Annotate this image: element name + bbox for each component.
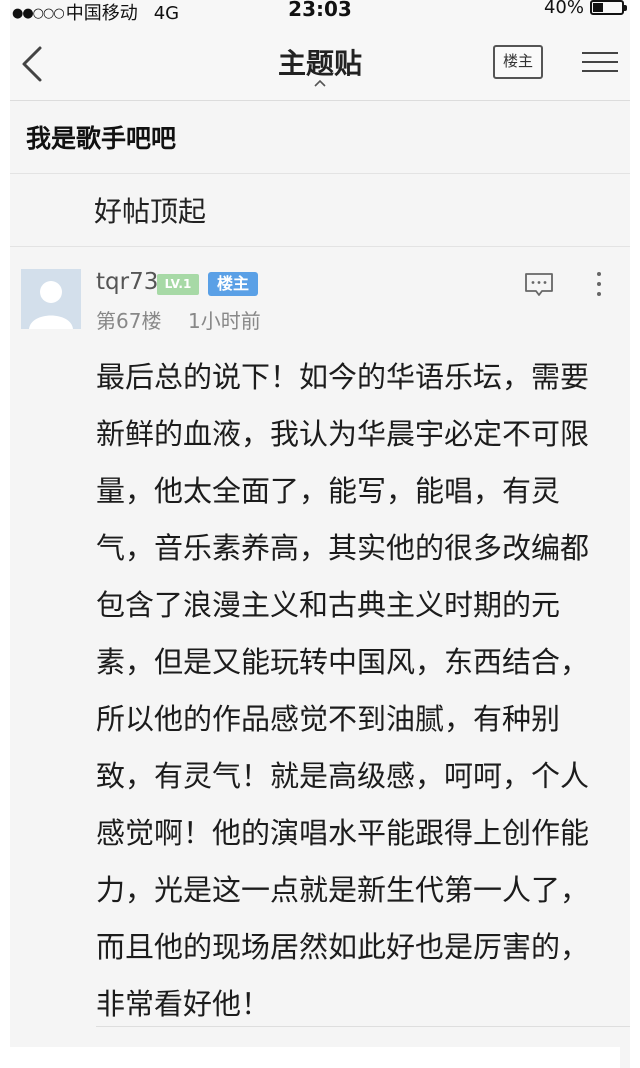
menu-button[interactable] [582,45,618,79]
battery-icon [590,0,627,15]
post-content: 最后总的说下！如今的华语乐坛，需要新鲜的血液，我认为华晨宇必定不可限量，他太全面… [96,360,590,1021]
status-right: 40% [543,0,627,18]
floor-number: 第67楼 [96,309,162,333]
hamburger-menu-icon [582,52,618,72]
status-bar: ●●○○○ 中国移动 4G 23:03 40% [10,0,630,28]
nav-bar: 主题贴 楼主 [10,28,630,101]
battery-percent: 40% [543,0,584,18]
more-vertical-icon[interactable] [592,272,606,302]
forum-name[interactable]: 我是歌手吧吧 [26,119,176,155]
thread-title: 好帖顶起 [94,195,207,228]
bottom-margin [0,1047,620,1068]
post-time: 1小时前 [188,309,261,333]
status-time: 23:03 [288,0,352,21]
battery-fill [593,3,603,12]
screen: ●●○○○ 中国移动 4G 23:03 40% 主题贴 楼主 我是歌手吧吧 好帖… [10,0,630,1068]
default-avatar-icon [21,269,81,329]
comment-bubble-icon[interactable] [524,272,554,298]
owner-badge: 楼主 [208,272,258,296]
post-item: tqr73 LV.1 楼主 第67楼 1小时前 最后总的说下！如今的华语乐坛，需… [10,247,630,1047]
only-owner-button[interactable]: 楼主 [493,45,543,79]
forum-row[interactable]: 我是歌手吧吧 [10,101,630,174]
avatar[interactable] [21,269,81,329]
username[interactable]: tqr73 [96,269,158,295]
thread-title-row: 好帖顶起 [10,174,630,247]
level-badge: LV.1 [157,274,199,295]
post-divider [96,1026,630,1027]
caret-up-icon[interactable] [313,78,327,88]
